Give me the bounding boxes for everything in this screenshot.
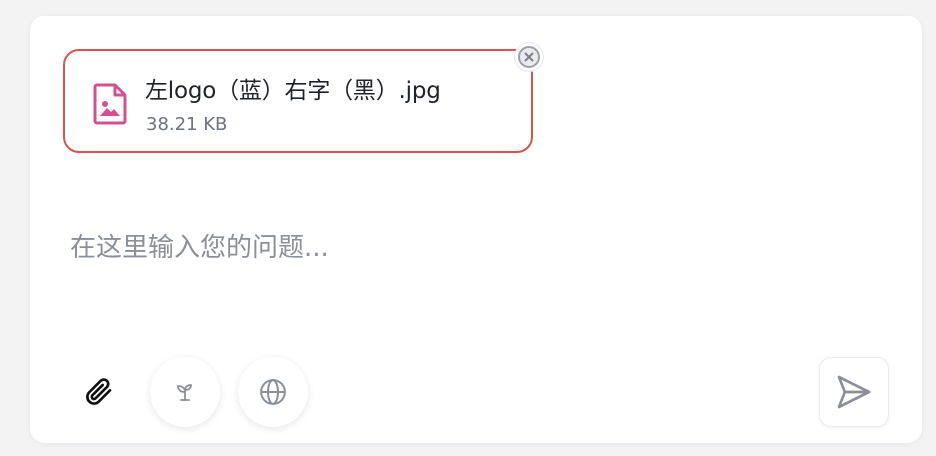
globe-icon [260,379,286,405]
send-icon [837,375,871,409]
close-circle-icon [518,46,540,68]
sprout-icon [177,384,192,401]
web-search-button[interactable] [238,357,308,427]
send-button[interactable] [819,357,889,427]
chat-input-card: 左logo（蓝）右字（黑）.jpg 38.21 KB 在这里输入您的问题... [30,16,922,443]
attach-file-button[interactable] [78,371,118,411]
attachment-chip[interactable]: 左logo（蓝）右字（黑）.jpg 38.21 KB [63,49,533,153]
attachment-file-name: 左logo（蓝）右字（黑）.jpg [145,78,441,104]
remove-attachment-button[interactable] [515,43,543,71]
deep-think-button[interactable] [150,357,220,427]
paperclip-icon [86,378,112,405]
attachment-file-size: 38.21 KB [146,114,228,135]
image-file-icon [93,83,127,125]
question-input[interactable] [70,226,870,256]
